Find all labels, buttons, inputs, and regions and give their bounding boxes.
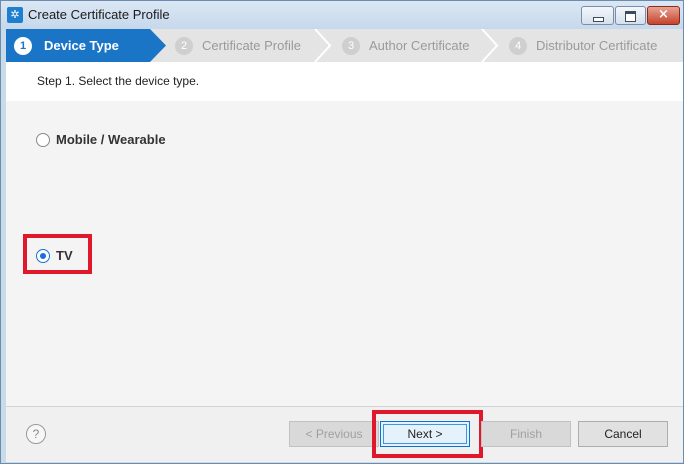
button-bar: ? < Previous Next > Finish Cancel — [6, 406, 683, 462]
step-number: 3 — [342, 37, 360, 55]
wizard-steps: 1 Device Type 2 Certificate Profile 3 Au… — [6, 29, 683, 62]
step-number: 1 — [14, 37, 32, 55]
cancel-button[interactable]: Cancel — [578, 421, 668, 447]
minimize-button[interactable] — [581, 6, 614, 25]
title-bar[interactable]: ✲ Create Certificate Profile × — [1, 1, 683, 29]
step-label: Distributor Certificate — [536, 38, 658, 53]
step-label: Device Type — [44, 38, 119, 53]
option-label: Mobile / Wearable — [56, 132, 166, 147]
close-icon: × — [658, 7, 669, 22]
radio-button[interactable] — [36, 133, 50, 147]
step-distributor-certificate: 4 Distributor Certificate — [506, 29, 683, 62]
step-instruction: Step 1. Select the device type. — [37, 74, 200, 88]
step-certificate-profile: 2 Certificate Profile — [172, 29, 332, 62]
option-label: TV — [56, 248, 73, 263]
wizard-content: Step 1. Select the device type. Mobile /… — [6, 62, 683, 406]
step-header: Step 1. Select the device type. — [6, 62, 683, 101]
step-device-type: 1 Device Type — [6, 29, 166, 62]
close-button[interactable]: × — [647, 6, 680, 25]
next-button[interactable]: Next > — [380, 421, 470, 447]
previous-button[interactable]: < Previous — [289, 421, 379, 447]
finish-button[interactable]: Finish — [481, 421, 571, 447]
step-separator-icon — [314, 29, 332, 62]
window-title: Create Certificate Profile — [28, 7, 170, 22]
step-separator-icon — [481, 29, 499, 62]
step-label: Certificate Profile — [202, 38, 301, 53]
step-number: 4 — [509, 37, 527, 55]
tizen-app-icon: ✲ — [7, 7, 23, 23]
create-certificate-profile-window: ✲ Create Certificate Profile × 1 Device … — [0, 0, 684, 464]
step-number: 2 — [175, 37, 193, 55]
maximize-button[interactable] — [615, 6, 646, 25]
help-icon[interactable]: ? — [26, 424, 46, 444]
step-author-certificate: 3 Author Certificate — [339, 29, 499, 62]
radio-button-selected[interactable] — [36, 249, 50, 263]
maximize-icon — [625, 11, 636, 22]
minimize-icon — [593, 17, 604, 22]
step-label: Author Certificate — [369, 38, 470, 53]
